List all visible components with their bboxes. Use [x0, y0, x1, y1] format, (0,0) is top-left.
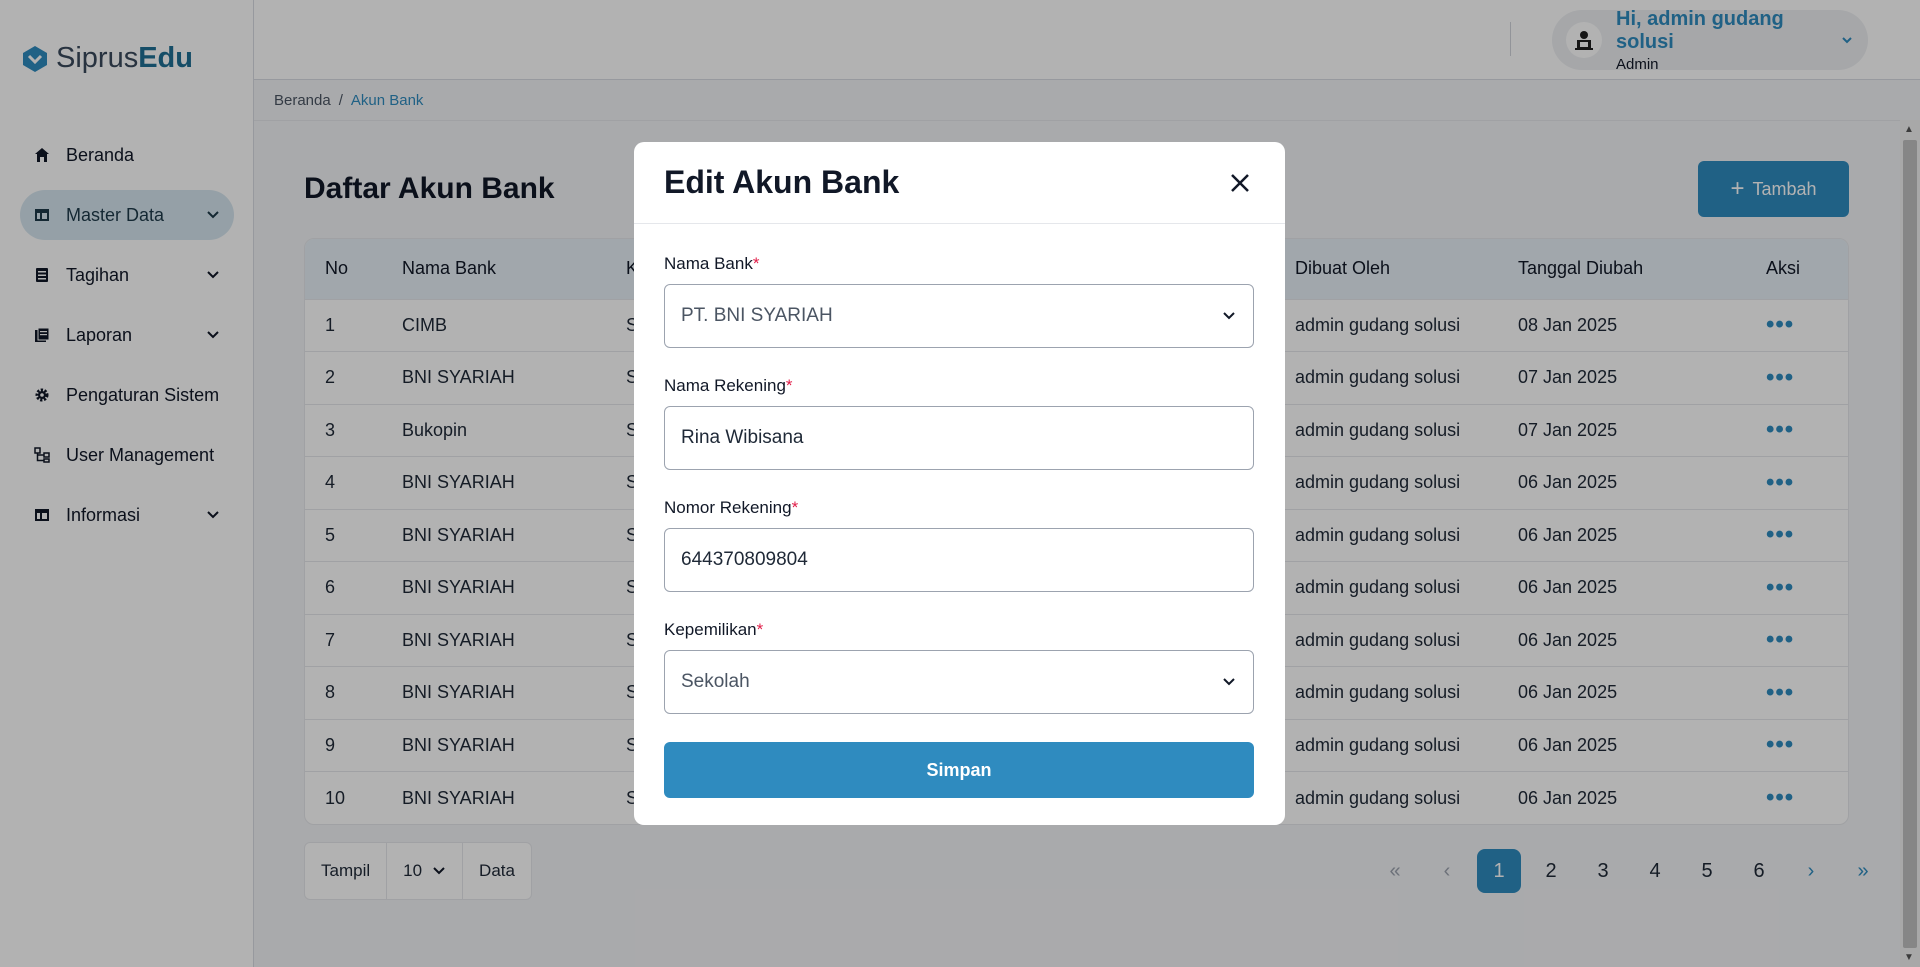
modal-title: Edit Akun Bank [664, 164, 900, 200]
account-number-value: 644370809804 [681, 549, 808, 570]
account-name-input[interactable]: Rina Wibisana [664, 406, 1254, 470]
account-number-input[interactable]: 644370809804 [664, 528, 1254, 592]
chevron-down-icon [1223, 678, 1235, 686]
ownership-select[interactable]: Sekolah [664, 650, 1254, 714]
ownership-value: Sekolah [681, 671, 750, 692]
field-kepemilikan: Kepemilikan* Sekolah [664, 620, 1255, 714]
required-mark: * [756, 620, 764, 639]
chevron-down-icon [1223, 312, 1235, 320]
close-icon [1231, 173, 1249, 192]
edit-bank-account-modal: Edit Akun Bank Nama Bank* PT. BNI SYARIA… [634, 142, 1285, 825]
save-button[interactable]: Simpan [664, 742, 1254, 798]
required-mark: * [791, 498, 799, 517]
field-nama-rekening: Nama Rekening* Rina Wibisana [664, 376, 1255, 470]
bank-name-select[interactable]: PT. BNI SYARIAH [664, 284, 1254, 348]
required-mark: * [752, 254, 760, 273]
field-nomor-rekening: Nomor Rekening* 644370809804 [664, 498, 1255, 592]
required-mark: * [785, 376, 793, 395]
field-label: Nama Rekening [664, 376, 786, 395]
account-name-value: Rina Wibisana [681, 427, 804, 448]
field-label: Kepemilikan [664, 620, 757, 639]
field-nama-bank: Nama Bank* PT. BNI SYARIAH [664, 254, 1255, 348]
close-button[interactable] [1225, 168, 1255, 198]
field-label: Nama Bank [664, 254, 753, 273]
bank-name-value: PT. BNI SYARIAH [681, 305, 833, 326]
field-label: Nomor Rekening [664, 498, 792, 517]
